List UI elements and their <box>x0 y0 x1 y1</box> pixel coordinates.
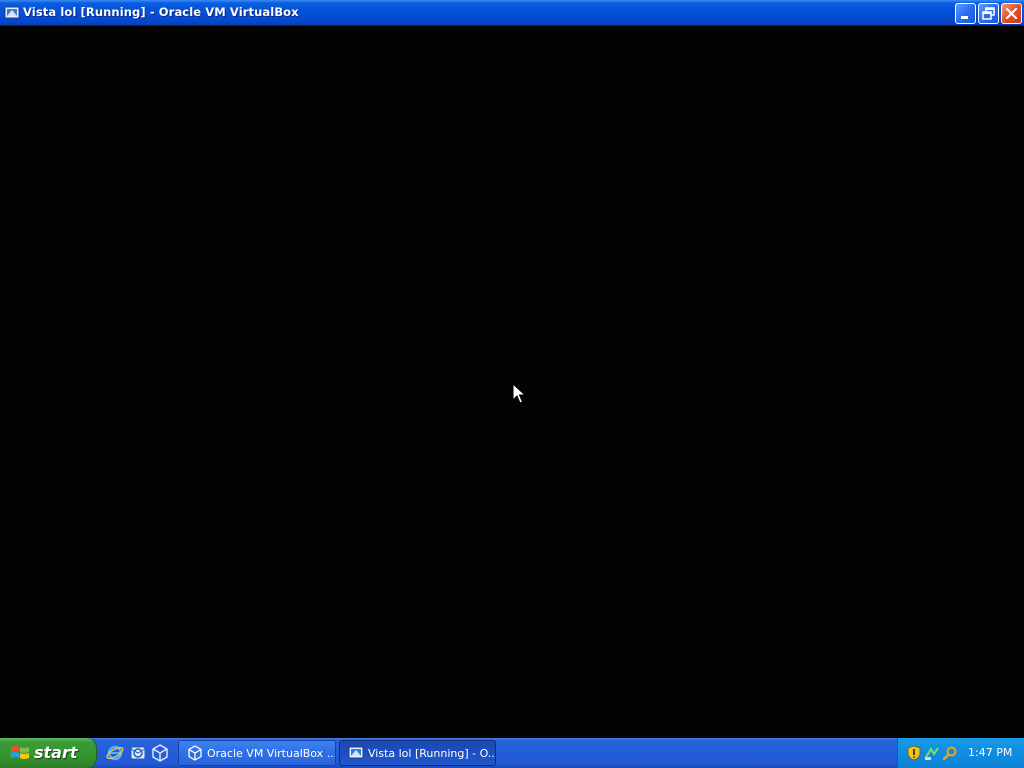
virtualbox-icon <box>188 745 202 761</box>
start-button[interactable]: start <box>0 738 97 768</box>
start-label: start <box>34 743 78 762</box>
security-shield-icon[interactable] <box>906 745 922 761</box>
close-button[interactable] <box>1001 3 1022 24</box>
window-title: Vista lol [Running] - Oracle VM VirtualB… <box>23 5 299 19</box>
windows-flag-icon <box>11 746 29 759</box>
minimize-button[interactable] <box>955 3 976 24</box>
restore-icon <box>982 7 995 20</box>
virtualbox-vm-icon <box>348 746 364 759</box>
taskbar-button-label: Vista lol [Running] - O... <box>368 747 496 760</box>
network-icon[interactable] <box>924 745 940 761</box>
clock[interactable]: 1:47 PM <box>968 746 1012 759</box>
arrow-cursor-icon <box>512 383 527 404</box>
taskbar-button-label: Oracle VM VirtualBox ... <box>207 747 336 760</box>
minimize-icon <box>961 16 968 19</box>
window-titlebar[interactable]: Vista lol [Running] - Oracle VM VirtualB… <box>0 0 1024 26</box>
virtualbox-icon[interactable] <box>151 744 169 762</box>
vm-display[interactable] <box>0 26 1024 738</box>
search-icon[interactable] <box>942 745 958 761</box>
outlook-express-icon[interactable] <box>129 744 147 762</box>
close-icon <box>1005 7 1018 20</box>
taskbar-button-virtualbox-manager[interactable]: Oracle VM VirtualBox ... <box>178 740 336 766</box>
taskbar: start Oracle VM VirtualBox ... Vista lol… <box>0 738 1024 768</box>
system-tray: 1:47 PM <box>897 738 1024 768</box>
virtualbox-vm-icon <box>4 6 20 19</box>
restore-button[interactable] <box>978 3 999 24</box>
internet-explorer-icon[interactable] <box>106 744 124 762</box>
taskbar-button-vista-vm[interactable]: Vista lol [Running] - O... <box>339 740 496 766</box>
